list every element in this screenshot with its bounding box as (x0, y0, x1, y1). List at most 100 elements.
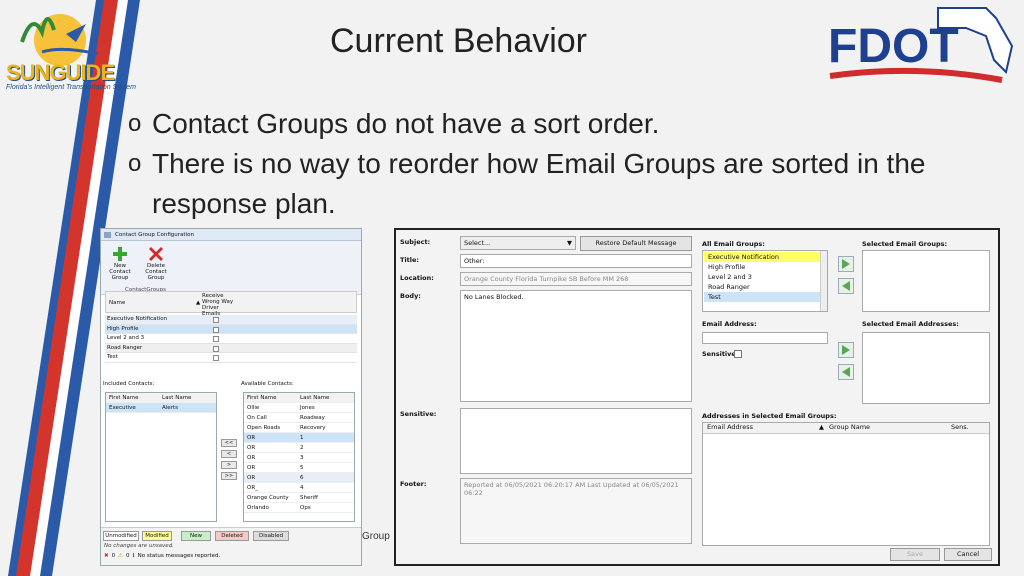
included-contacts-list[interactable]: First Name Last Name Executive Alerts (105, 392, 217, 522)
list-item[interactable]: On Call Roadway (244, 413, 354, 423)
error-count: 0 (111, 553, 116, 559)
email-address-input[interactable] (702, 332, 828, 344)
addresses-in-groups-label: Addresses in Selected Email Groups: (702, 412, 837, 420)
add-group-button[interactable] (838, 256, 854, 272)
checkbox[interactable] (213, 317, 219, 323)
list-item[interactable]: Orange County Sheriff (244, 493, 354, 503)
list-item[interactable]: OR 2 (244, 443, 354, 453)
email-address-label: Email Address: (702, 320, 757, 328)
list-item[interactable]: Executive Notification (704, 252, 826, 262)
checkbox[interactable] (213, 336, 219, 342)
list-header: First Name Last Name (106, 393, 216, 403)
delete-contact-group-button[interactable]: Delete Contact Group (139, 247, 173, 281)
legend-new: New (181, 531, 211, 541)
fdot-logo: FDOT (826, 6, 1016, 88)
warning-count: 0 (126, 553, 130, 559)
cancel-button[interactable]: Cancel (944, 548, 992, 561)
list-item[interactable]: Orlando Ops (244, 503, 354, 513)
table-row[interactable]: High Profile (105, 324, 357, 334)
table-row[interactable]: Test (105, 353, 357, 363)
addresses-table[interactable]: Email Address ▲ Group Name Sens. (702, 422, 990, 546)
footer-field[interactable]: Reported at 06/05/2021 06:20:17 AM Last … (460, 478, 692, 544)
status-line: ✖ 0 ⚠ 0 ℹ No status messages reported. (104, 553, 220, 559)
list-item[interactable]: OR 3 (244, 453, 354, 463)
add-address-button[interactable] (838, 342, 854, 358)
status-message: No status messages reported. (137, 553, 221, 559)
arrow-right-icon (842, 345, 850, 355)
location-field[interactable]: Orange County Florida Turnpike SB Before… (460, 272, 692, 286)
checkbox[interactable] (213, 355, 219, 361)
arrow-right-icon (842, 259, 850, 269)
sensitive-text-label: Sensitive: (400, 410, 437, 418)
save-button[interactable]: Save (890, 548, 940, 561)
scrollbar[interactable] (820, 251, 827, 311)
body-field[interactable]: No Lanes Blocked. (460, 290, 692, 402)
table-row[interactable]: Level 2 and 3 (105, 334, 357, 344)
sunguide-logo-subtitle: Florida's Intelligent Transportation Sys… (6, 84, 136, 91)
ribbon: New Contact Group Delete Contact Group C… (101, 241, 361, 295)
unsaved-text: No changes are unsaved. (104, 543, 174, 549)
error-icon: ✖ (104, 553, 109, 559)
list-item[interactable]: OR 5 (244, 463, 354, 473)
list-item[interactable]: Level 2 and 3 (704, 272, 826, 282)
groups-grid-header: Name ▲ Receive Wrong Way Driver Emails (105, 291, 357, 317)
list-item[interactable]: High Profile (704, 262, 826, 272)
bullet-item: o There is no way to reorder how Email Gr… (128, 148, 926, 219)
email-message-dialog: Subject: Select... ▼ Restore Default Mess… (394, 228, 1000, 566)
location-label: Location: (400, 274, 434, 282)
table-row[interactable]: Road Ranger (105, 343, 357, 353)
restore-default-button[interactable]: Restore Default Message (580, 236, 692, 251)
move-all-right-button[interactable]: >> (221, 472, 237, 480)
sensitive-checkbox[interactable] (734, 350, 742, 358)
remove-address-button[interactable] (838, 364, 854, 380)
table-row[interactable]: Executive Notification (105, 315, 357, 325)
selected-groups-list[interactable] (862, 250, 990, 312)
table-header: Email Address ▲ Group Name Sens. (703, 423, 989, 434)
contact-group-dialog: Contact Group Configuration New Contact … (100, 228, 362, 566)
legend-modified: Modified (142, 531, 172, 541)
bullet-list: o Contact Groups do not have a sort order… (128, 104, 988, 224)
sensitive-field[interactable] (460, 408, 692, 474)
footer-label: Footer: (400, 480, 427, 488)
move-left-button[interactable]: < (221, 450, 237, 458)
dialog-titlebar: Contact Group Configuration (101, 229, 361, 241)
checkbox[interactable] (213, 326, 219, 333)
title-field[interactable]: Other: (460, 254, 692, 268)
checkbox[interactable] (213, 345, 219, 352)
move-right-button[interactable]: > (221, 461, 237, 469)
title-label: Title: (400, 256, 420, 264)
sort-arrow-icon[interactable]: ▲ (196, 300, 200, 306)
legend-unmodified: Unmodified (103, 531, 139, 541)
body-label: Body: (400, 292, 421, 300)
window-icon (104, 232, 111, 238)
list-item[interactable]: OR 1 (244, 433, 354, 443)
new-contact-group-button[interactable]: New Contact Group (103, 247, 137, 281)
list-item[interactable]: Open Roads Recovery (244, 423, 354, 433)
selected-groups-label: Selected Email Groups: (862, 240, 948, 248)
group-text-fragment: Group (362, 531, 390, 542)
list-item[interactable]: Ollie Jones (244, 403, 354, 413)
available-contacts-list[interactable]: First Name Last Name Ollie Jones On Call Ro… (243, 392, 355, 522)
subject-select[interactable]: Select... ▼ (460, 236, 576, 250)
list-item[interactable]: Test (704, 292, 826, 302)
status-bar: Unmodified Modified New Deleted Disabled… (101, 527, 361, 565)
remove-group-button[interactable] (838, 278, 854, 294)
chevron-down-icon: ▼ (567, 239, 572, 247)
bullet-item: o Contact Groups do not have a sort order… (128, 108, 660, 139)
selected-addresses-list[interactable] (862, 332, 990, 404)
list-item[interactable]: OR_ 4 (244, 483, 354, 493)
slide-title: Current Behavior (330, 22, 588, 60)
list-item[interactable]: Road Ranger (704, 282, 826, 292)
list-item[interactable]: Executive Alerts (106, 403, 216, 413)
all-email-groups-list[interactable]: Executive Notification High Profile Leve… (702, 250, 828, 312)
move-all-left-button[interactable]: << (221, 439, 237, 447)
selected-addresses-label: Selected Email Addresses: (862, 320, 959, 328)
legend-disabled: Disabled (253, 531, 289, 541)
legend-deleted: Deleted (215, 531, 249, 541)
sort-arrow-icon[interactable]: ▲ (819, 423, 824, 431)
sunguide-logo-text: SUNGUIDE (6, 60, 115, 85)
list-item[interactable]: OR 6 (244, 473, 354, 483)
all-email-groups-label: All Email Groups: (702, 240, 765, 248)
sensitive-checkbox-label: Sensitive: (702, 350, 739, 358)
included-contacts-label: Included Contacts: (103, 381, 155, 387)
